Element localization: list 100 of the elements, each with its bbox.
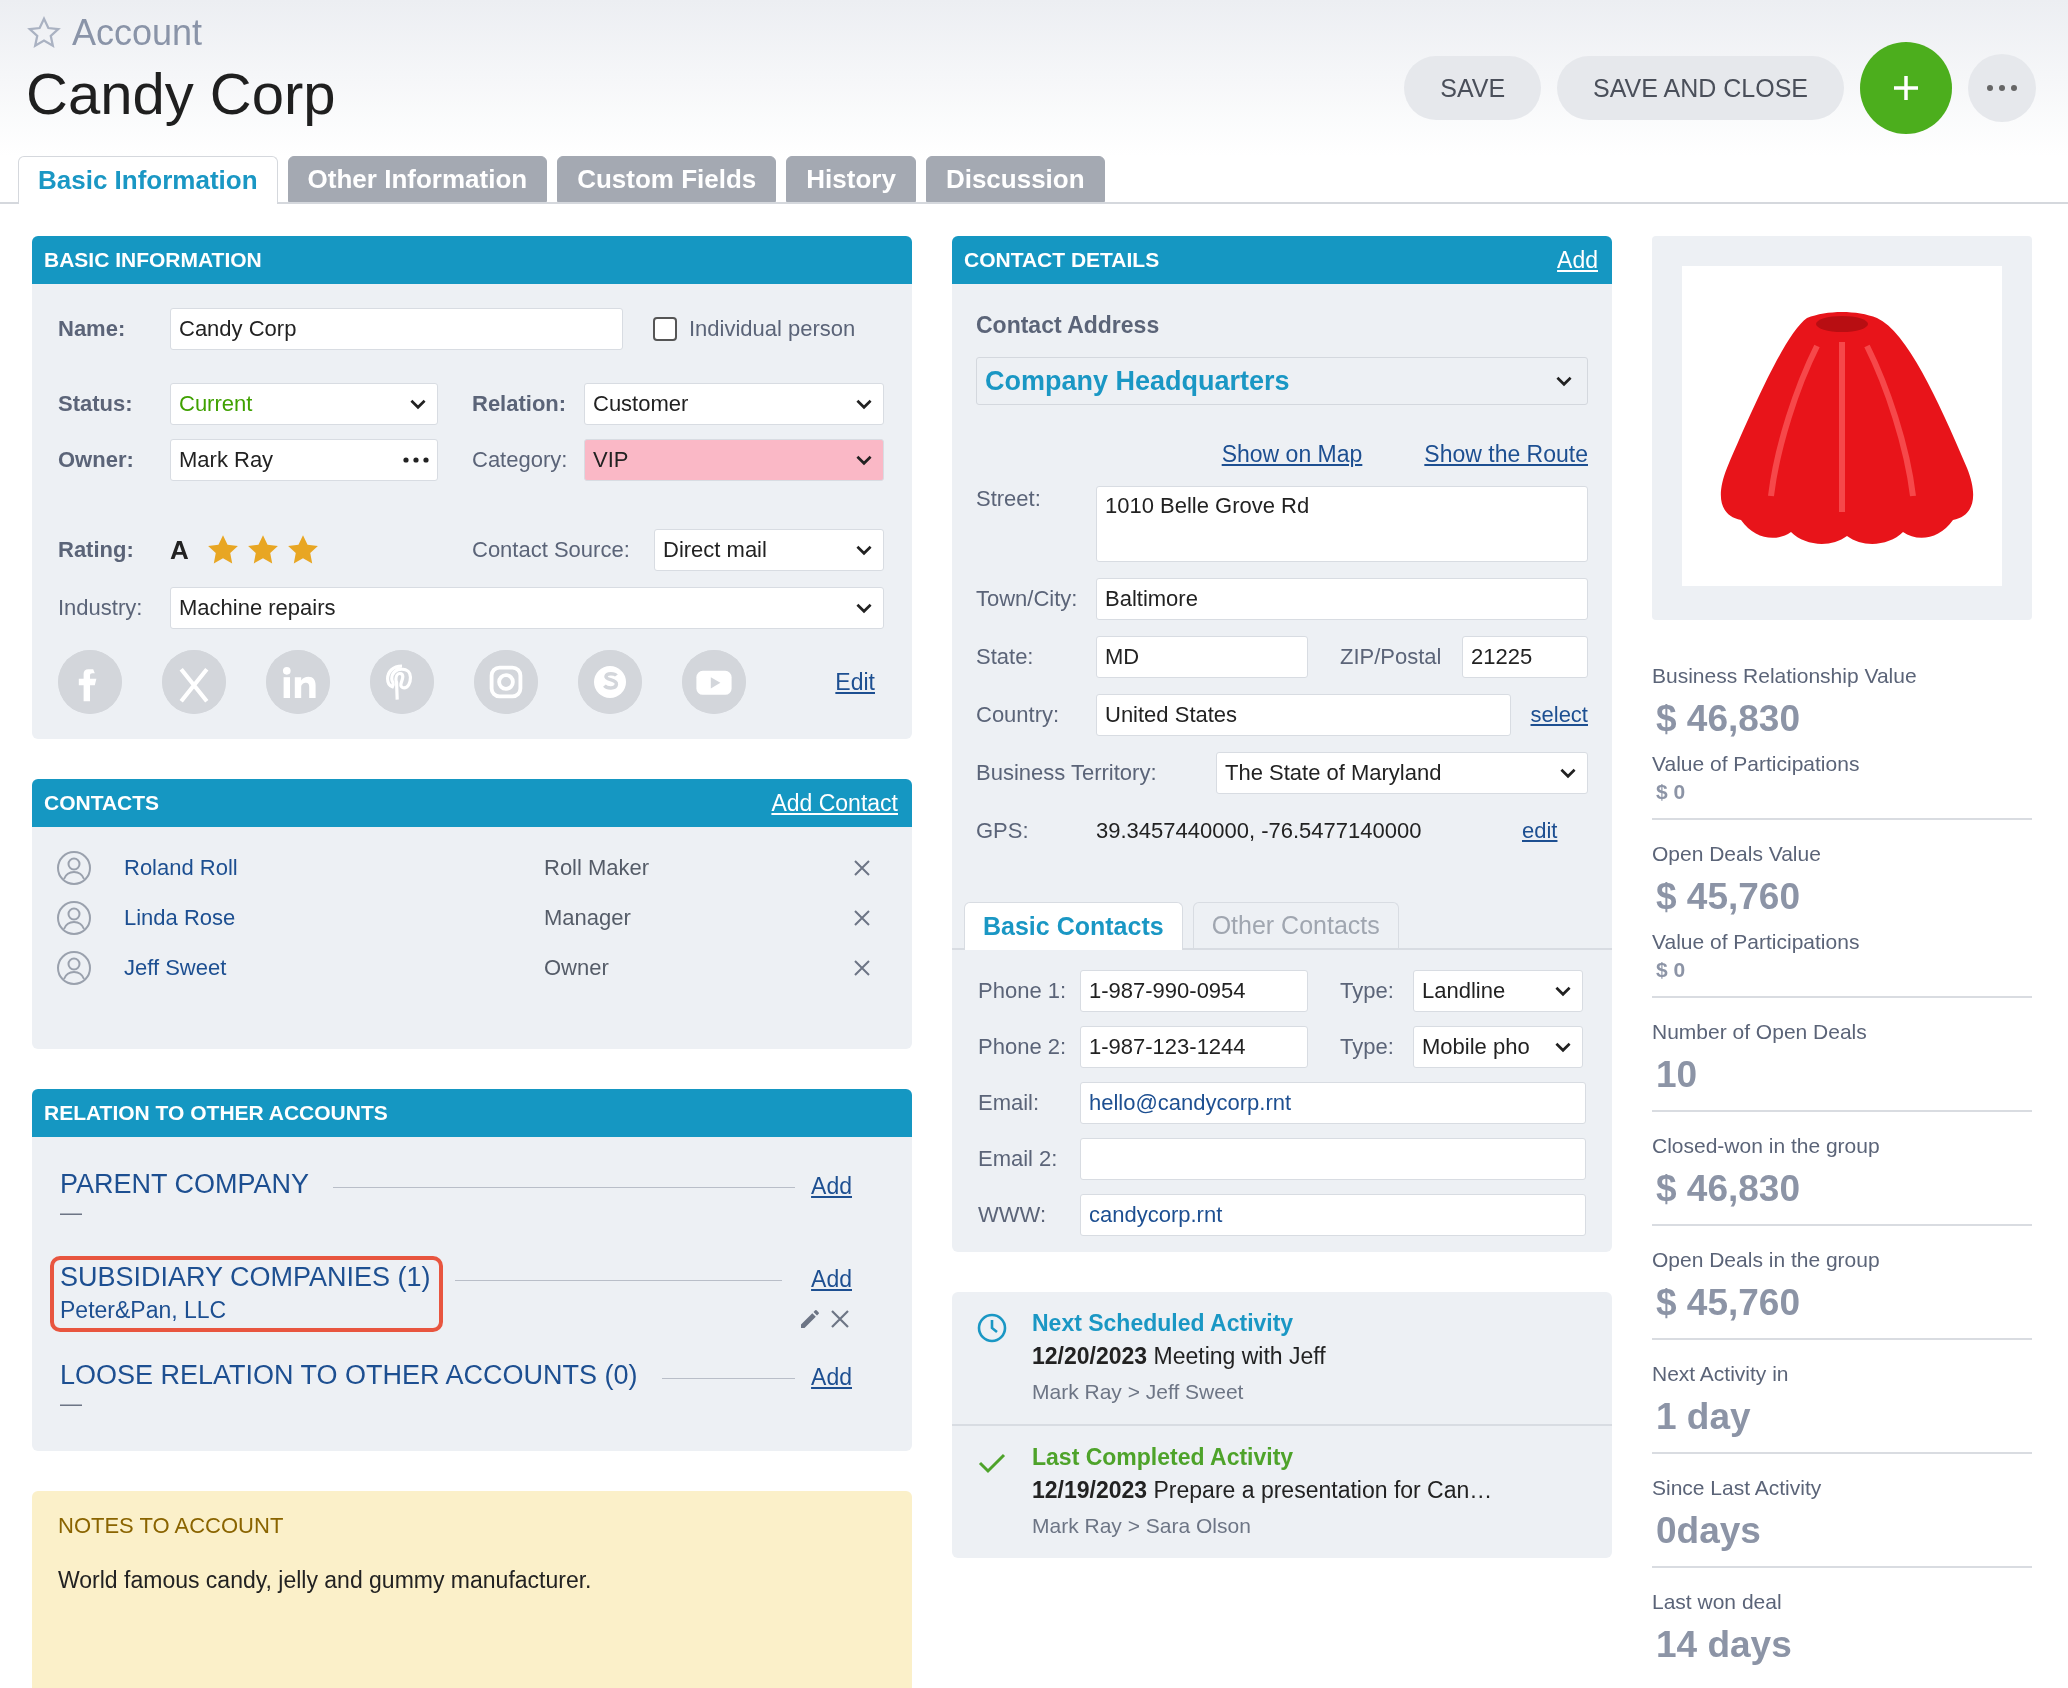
- stat-label: Open Deals in the group: [1652, 1248, 1881, 1272]
- save-and-close-button[interactable]: SAVE AND CLOSE: [1557, 56, 1844, 120]
- stat-label: Next Activity in: [1652, 1362, 1790, 1386]
- phone-field[interactable]: 1-987-990-0954: [1080, 970, 1308, 1012]
- relation-dropdown[interactable]: Customer: [584, 383, 884, 425]
- stat-label: Open Deals Value: [1652, 842, 1822, 866]
- contact-source-dropdown[interactable]: Direct mail: [654, 529, 884, 571]
- field-label: Contact Address: [976, 312, 1161, 339]
- stat-value: $ 0: [1655, 958, 1687, 982]
- phone-field[interactable]: 1-987-123-1244: [1080, 1026, 1308, 1068]
- clock-icon: [976, 1312, 1008, 1344]
- contact-name[interactable]: Roland Roll: [124, 855, 544, 881]
- field-label: Relation:: [472, 391, 568, 417]
- stat-label: Business Relationship Value: [1652, 664, 1918, 688]
- phone-type-dropdown[interactable]: Mobile pho: [1413, 1026, 1583, 1068]
- field-label: GPS:: [976, 818, 1030, 844]
- show-route-link[interactable]: Show the Route: [1424, 441, 1588, 468]
- field-label: Business Territory:: [976, 760, 1158, 786]
- add-link[interactable]: Add: [811, 1364, 852, 1391]
- add-link[interactable]: Add: [811, 1266, 852, 1293]
- stat-label: Since Last Activity: [1652, 1476, 1823, 1500]
- field-label: Name:: [58, 316, 127, 342]
- owner-field[interactable]: Mark Ray: [170, 439, 438, 481]
- field-label: Email:: [978, 1090, 1041, 1116]
- stat-label: Last won deal: [1652, 1590, 1783, 1614]
- stat-label: Closed-won in the group: [1652, 1134, 1881, 1158]
- rating-grade: A: [170, 534, 190, 566]
- notes-title: NOTES TO ACCOUNT: [58, 1513, 285, 1539]
- field-label: ZIP/Postal: [1340, 644, 1443, 670]
- field-label: Town/City:: [976, 586, 1079, 612]
- state-field[interactable]: MD: [1096, 636, 1308, 678]
- phone-type-dropdown[interactable]: Landline: [1413, 970, 1583, 1012]
- field-label: Street:: [976, 486, 1042, 512]
- remove-icon[interactable]: [852, 908, 872, 928]
- stat-value: 0days: [1655, 1510, 1762, 1552]
- activity-people: Mark Ray > Jeff Sweet: [1032, 1380, 1245, 1404]
- input-field[interactable]: candycorp.rnt: [1080, 1194, 1586, 1236]
- avatar-icon: [56, 850, 92, 886]
- show-on-map-link[interactable]: Show on Map: [1221, 441, 1363, 468]
- stat-value: $ 46,830: [1655, 698, 1802, 740]
- contact-name[interactable]: Jeff Sweet: [124, 955, 544, 981]
- section-title: CONTACTS: [44, 791, 160, 815]
- stat-label: Number of Open Deals: [1652, 1020, 1868, 1044]
- breadcrumb-label: Account: [72, 12, 203, 54]
- checkbox-label: Individual person: [689, 316, 856, 342]
- input-field[interactable]: [1080, 1138, 1586, 1180]
- more-icon[interactable]: [403, 457, 429, 463]
- name-field[interactable]: Candy Corp: [170, 308, 623, 350]
- input-field[interactable]: hello@candycorp.rnt: [1080, 1082, 1586, 1124]
- field-label: Status:: [58, 391, 134, 417]
- city-field[interactable]: Baltimore: [1096, 578, 1588, 620]
- field-label: Phone 2:: [978, 1034, 1068, 1060]
- stat-value: $ 45,760: [1655, 876, 1802, 918]
- territory-dropdown[interactable]: The State of Maryland: [1216, 752, 1588, 794]
- street-field[interactable]: 1010 Belle Grove Rd: [1096, 486, 1588, 562]
- activity-description: 12/20/2023 Meeting with Jeff: [1032, 1343, 1326, 1370]
- category-dropdown[interactable]: VIP: [584, 439, 884, 481]
- field-label: Country:: [976, 702, 1061, 728]
- stat-label: Value of Participations: [1652, 752, 1861, 776]
- relation-heading: SUBSIDIARY COMPANIES (1): [60, 1262, 431, 1293]
- contact-role: Roll Maker: [544, 855, 651, 881]
- zip-field[interactable]: 21225: [1462, 636, 1588, 678]
- stat-value: 1 day: [1655, 1396, 1752, 1438]
- field-label: Type:: [1340, 978, 1395, 1004]
- remove-icon[interactable]: [852, 958, 872, 978]
- relation-heading: LOOSE RELATION TO OTHER ACCOUNTS (0): [60, 1360, 638, 1391]
- avatar-icon: [56, 950, 92, 986]
- record-title: Candy Corp: [26, 60, 336, 127]
- remove-icon[interactable]: [852, 858, 872, 878]
- field-label: Category:: [472, 447, 569, 473]
- field-label: Email 2:: [978, 1146, 1059, 1172]
- add-link[interactable]: Add: [811, 1173, 852, 1200]
- field-label: Rating:: [58, 537, 135, 563]
- stat-value: 14 days: [1655, 1624, 1793, 1666]
- field-label: WWW:: [978, 1202, 1047, 1228]
- save-button[interactable]: SAVE: [1404, 56, 1542, 120]
- edit-link[interactable]: Edit: [835, 668, 875, 696]
- stat-value: $ 45,760: [1655, 1282, 1802, 1324]
- field-label: Type:: [1340, 1034, 1395, 1060]
- stat-value: $ 0: [1655, 780, 1687, 804]
- gps-value: 39.3457440000, -76.5477140000: [1096, 818, 1423, 844]
- select-link[interactable]: select: [1530, 702, 1588, 728]
- industry-dropdown[interactable]: Machine repairs: [170, 587, 884, 629]
- pencil-icon[interactable]: [798, 1307, 822, 1331]
- stat-label: Value of Participations: [1652, 930, 1861, 954]
- relation-heading: PARENT COMPANY: [60, 1169, 310, 1200]
- contact-name[interactable]: Linda Rose: [124, 905, 544, 931]
- field-label: State:: [976, 644, 1035, 670]
- stat-value: $ 46,830: [1655, 1168, 1802, 1210]
- avatar-icon: [56, 900, 92, 936]
- edit-link[interactable]: edit: [1522, 818, 1558, 844]
- checkbox[interactable]: [653, 317, 677, 341]
- stat-value: 10: [1655, 1054, 1699, 1096]
- field-label: Contact Source:: [472, 537, 631, 563]
- contact-role: Owner: [544, 955, 610, 981]
- related-account-link[interactable]: Peter&Pan, LLC: [60, 1297, 431, 1324]
- country-field[interactable]: United States: [1096, 694, 1511, 736]
- section-title: CONTACT DETAILS: [964, 248, 1160, 272]
- empty-value: —: [60, 1391, 83, 1417]
- empty-value: —: [60, 1200, 83, 1226]
